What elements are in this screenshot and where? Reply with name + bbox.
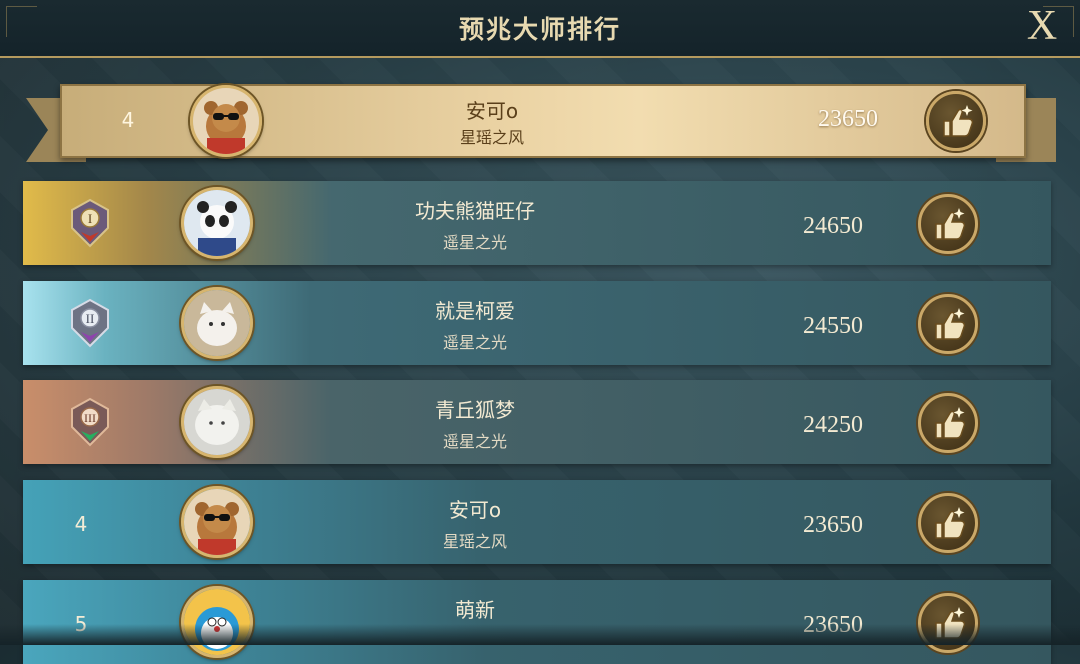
close-button[interactable]: X [1018, 2, 1066, 50]
svg-text:III: III [84, 411, 96, 425]
thumbs-up-icon [943, 105, 974, 137]
rank-2-badge-icon: II [71, 298, 109, 348]
score-value: 24550 [803, 313, 863, 339]
player-name: 萌新 [455, 598, 495, 622]
my-player-name: 安可o [465, 99, 519, 123]
bear-sunglasses-avatar[interactable] [181, 486, 253, 558]
doraemon-avatar[interactable] [181, 586, 253, 658]
leaderboard-row[interactable]: I 功夫熊猫旺仔 遥星之光 24650 [23, 181, 1051, 265]
server-name: 遥星之光 [442, 233, 507, 252]
bear-sunglasses-icon [193, 88, 259, 154]
cat-icon [184, 290, 250, 356]
like-button[interactable] [918, 194, 978, 254]
panda-icon [184, 190, 250, 256]
rank-number: 4 [74, 512, 88, 536]
thumbs-up-icon [935, 208, 966, 240]
score-value: 24250 [803, 412, 863, 438]
thumbs-up-icon [935, 308, 966, 340]
bear-sunglasses-avatar[interactable] [190, 85, 262, 157]
rank-3-badge-icon: III [71, 397, 109, 447]
header-bar: 预兆大师排行 X [0, 0, 1080, 58]
server-name: 星瑶之风 [442, 532, 507, 551]
svg-text:II: II [86, 311, 95, 326]
player-name: 安可o [448, 498, 502, 522]
cat-avatar[interactable] [181, 287, 253, 359]
player-name: 就是柯爱 [435, 299, 515, 323]
like-button[interactable] [918, 493, 978, 553]
rank-1-badge-icon: I [71, 198, 109, 248]
page-title: 预兆大师排行 [458, 15, 621, 44]
server-name: 遥星之光 [442, 432, 507, 451]
list-fade-bottom [0, 624, 1080, 645]
svg-text:I: I [88, 211, 92, 226]
like-button[interactable] [918, 294, 978, 354]
doraemon-icon [184, 589, 250, 655]
my-rank-row[interactable]: 4 安可o 星瑶之风 23650 [60, 84, 1026, 158]
leaderboard-row[interactable]: 5 萌新 23650 [23, 580, 1051, 664]
score-value: 23650 [803, 512, 863, 538]
my-rank-number: 4 [121, 108, 135, 132]
like-button[interactable] [918, 393, 978, 453]
thumbs-up-icon [935, 407, 966, 439]
player-name: 功夫熊猫旺仔 [415, 199, 535, 223]
fox-avatar[interactable] [181, 386, 253, 458]
leaderboard-row[interactable]: 4 安可o 星瑶之风 23650 [23, 480, 1051, 564]
leaderboard-row[interactable]: III 青丘狐梦 遥星之光 24250 [23, 380, 1051, 464]
like-button[interactable] [926, 91, 986, 151]
server-name: 遥星之光 [442, 333, 507, 352]
my-score: 23650 [818, 106, 878, 132]
leaderboard-row[interactable]: II 就是柯爱 遥星之光 24550 [23, 281, 1051, 365]
my-server-name: 星瑶之风 [459, 128, 524, 147]
panda-avatar[interactable] [181, 187, 253, 259]
player-name: 青丘狐梦 [435, 398, 515, 422]
fox-icon [184, 389, 250, 455]
thumbs-up-icon [935, 507, 966, 539]
bear-sunglasses-icon [184, 489, 250, 555]
score-value: 24650 [803, 213, 863, 239]
